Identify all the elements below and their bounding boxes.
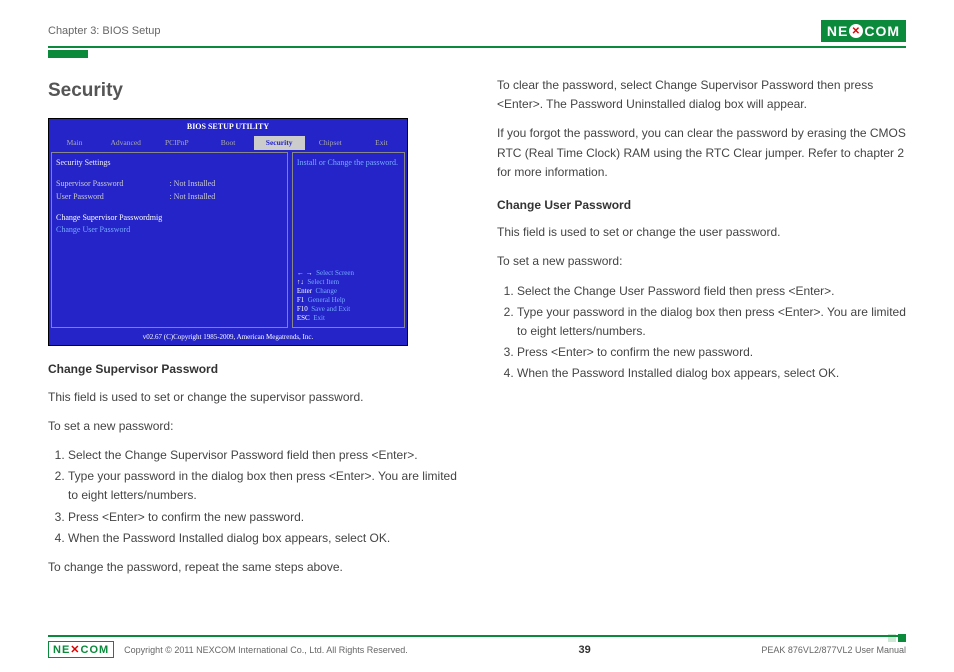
bios-tab-advanced: Advanced [100, 136, 151, 150]
right-p3: This field is used to set or change the … [497, 223, 906, 242]
bios-help-text: Install or Change the password. [297, 157, 400, 170]
bios-user-value: : Not Installed [169, 191, 282, 204]
bios-group-title: Security Settings [56, 157, 283, 170]
header-rule [48, 46, 906, 48]
chapter-label: Chapter 3: BIOS Setup [48, 25, 161, 37]
bios-change-sup: Change Supervisor Passwordmig [56, 212, 283, 225]
content-columns: Security BIOS SETUP UTILITY Main Advance… [48, 76, 906, 587]
list-item: Type your password in the dialog box the… [517, 303, 906, 341]
left-column: Security BIOS SETUP UTILITY Main Advance… [48, 76, 457, 587]
list-item: Press <Enter> to confirm the new passwor… [68, 508, 457, 527]
bios-footer: v02.67 (C)Copyright 1985-2009, American … [49, 330, 407, 345]
right-column: To clear the password, select Change Sup… [497, 76, 906, 587]
logo-x-icon: ✕ [849, 24, 863, 38]
bios-left-pane: Security Settings Supervisor Password : … [51, 152, 288, 328]
page-footer: NE✕COM Copyright © 2011 NEXCOM Internati… [48, 635, 906, 658]
page-number: 39 [578, 644, 590, 656]
bios-change-user: Change User Password [56, 224, 283, 237]
bios-row-user: User Password : Not Installed [56, 191, 283, 204]
list-item: When the Password Installed dialog box a… [68, 529, 457, 548]
bios-key-legend: ← → Select Screen ↑↓ Select Item Enter C… [297, 269, 400, 324]
left-p1: This field is used to set or change the … [48, 388, 457, 407]
right-p2: If you forgot the password, you can clea… [497, 124, 906, 182]
section-title: Security [48, 76, 457, 106]
right-p1: To clear the password, select Change Sup… [497, 76, 906, 114]
page-header: Chapter 3: BIOS Setup NE✕COM [48, 20, 906, 42]
footer-logo: NE✕COM [48, 641, 114, 658]
bios-user-label: User Password [56, 191, 169, 204]
left-steps: Select the Change Supervisor Password fi… [68, 446, 457, 548]
right-steps: Select the Change User Password field th… [517, 282, 906, 384]
bios-title: BIOS SETUP UTILITY [49, 119, 407, 136]
list-item: Select the Change User Password field th… [517, 282, 906, 301]
right-p4: To set a new password: [497, 252, 906, 271]
copyright-text: Copyright © 2011 NEXCOM International Co… [124, 645, 408, 655]
list-item: Type your password in the dialog box the… [68, 467, 457, 505]
bios-tabs: Main Advanced PCIPnP Boot Security Chips… [49, 136, 407, 150]
brand-logo: NE✕COM [821, 20, 906, 42]
manual-name: PEAK 876VL2/877VL2 User Manual [761, 645, 906, 655]
left-p3: To change the password, repeat the same … [48, 558, 457, 577]
bios-tab-exit: Exit [356, 136, 407, 150]
bios-sup-label: Supervisor Password [56, 178, 169, 191]
bios-screenshot: BIOS SETUP UTILITY Main Advanced PCIPnP … [48, 118, 408, 346]
header-tab-block [48, 50, 88, 58]
bios-tab-security: Security [254, 136, 305, 150]
bios-tab-boot: Boot [202, 136, 253, 150]
left-p2: To set a new password: [48, 417, 457, 436]
bios-tab-pcipnp: PCIPnP [151, 136, 202, 150]
left-subhead: Change Supervisor Password [48, 360, 457, 379]
list-item: When the Password Installed dialog box a… [517, 364, 906, 383]
list-item: Press <Enter> to confirm the new passwor… [517, 343, 906, 362]
bios-right-pane: Install or Change the password. ← → Sele… [292, 152, 405, 328]
list-item: Select the Change Supervisor Password fi… [68, 446, 457, 465]
bios-tab-main: Main [49, 136, 100, 150]
bios-sup-value: : Not Installed [169, 178, 282, 191]
bios-body: Security Settings Supervisor Password : … [49, 150, 407, 330]
bios-tab-chipset: Chipset [305, 136, 356, 150]
bios-row-sup: Supervisor Password : Not Installed [56, 178, 283, 191]
right-subhead: Change User Password [497, 196, 906, 215]
